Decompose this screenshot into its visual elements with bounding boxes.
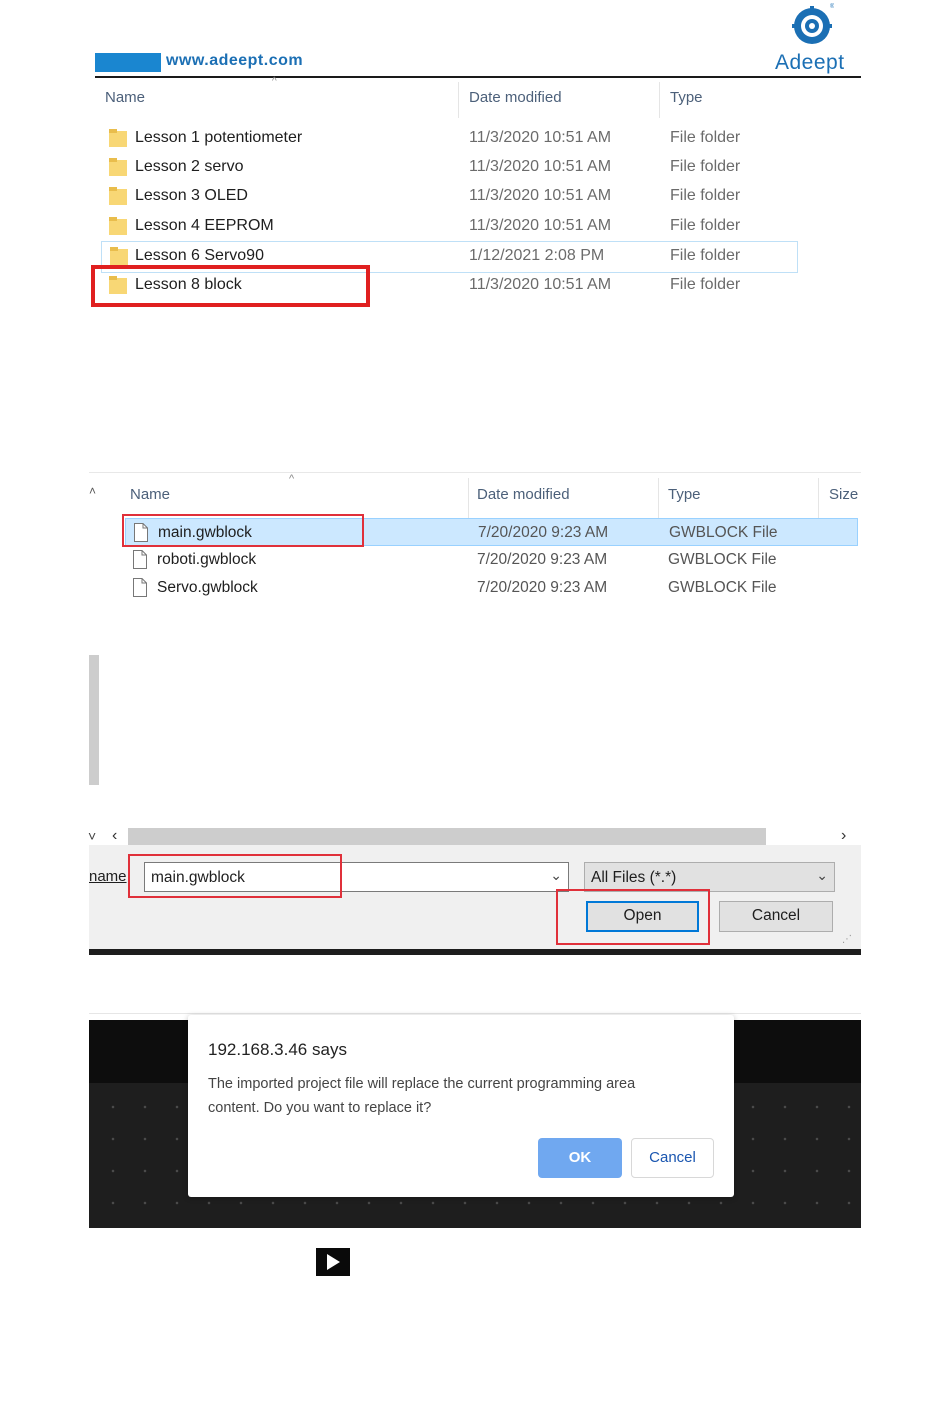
filter-value: All Files (*.*) <box>591 869 677 886</box>
header-divider <box>95 76 861 78</box>
folder-date: 11/3/2020 10:51 AM <box>469 187 612 204</box>
confirm-message-line1: The imported project file will replace t… <box>208 1076 636 1092</box>
highlight-box <box>122 514 364 547</box>
ok-button[interactable]: OK <box>538 1138 622 1178</box>
dialog-bottom-border <box>89 949 861 955</box>
confirm-cancel-button[interactable]: Cancel <box>631 1138 714 1178</box>
file-type: GWBLOCK File <box>669 524 778 541</box>
chevron-down-icon[interactable]: ⌄ <box>550 867 562 884</box>
folder-name: Lesson 3 OLED <box>135 187 248 204</box>
chevron-up-icon: ^ <box>289 473 295 485</box>
folder-date: 11/3/2020 10:51 AM <box>469 129 612 146</box>
folder-icon <box>109 158 127 176</box>
file-row[interactable]: roboti.gwblock 7/20/2020 9:23 AM GWBLOCK… <box>125 546 858 574</box>
folder-name: Lesson 1 potentiometer <box>135 129 303 146</box>
folder-row[interactable]: Lesson 4 EEPROM 11/3/2020 10:51 AM File … <box>101 212 796 241</box>
folder-icon <box>109 217 127 235</box>
column-header-type[interactable]: Type <box>668 486 701 503</box>
column-header-name[interactable]: Name <box>105 89 145 106</box>
folder-icon <box>110 247 128 265</box>
chevron-down-icon: ⌄ <box>816 867 828 883</box>
folder-type: File folder <box>670 158 741 175</box>
file-type: GWBLOCK File <box>668 551 777 568</box>
chevron-down-icon[interactable]: ˅ <box>88 828 96 844</box>
filename-label: name <box>89 868 127 885</box>
folder-icon <box>109 187 127 205</box>
file-date: 7/20/2020 9:23 AM <box>477 579 608 596</box>
folder-icon <box>109 129 127 147</box>
play-icon <box>316 1248 350 1276</box>
chevron-left-icon: ˄ <box>89 484 97 498</box>
file-name: roboti.gwblock <box>157 551 257 568</box>
column-header-size[interactable]: Size <box>829 486 858 503</box>
column-separator[interactable] <box>659 82 660 118</box>
resize-grip-icon[interactable]: ⋰ <box>842 934 852 945</box>
folder-row[interactable]: Lesson 3 OLED 11/3/2020 10:51 AM File fo… <box>101 182 796 211</box>
file-date: 7/20/2020 9:23 AM <box>478 524 609 541</box>
header-accent-bar <box>95 53 161 72</box>
file-row[interactable]: Servo.gwblock 7/20/2020 9:23 AM GWBLOCK … <box>125 574 858 602</box>
vertical-scrollbar-thumb[interactable] <box>89 655 99 785</box>
column-header-type[interactable]: Type <box>670 89 703 106</box>
file-name: Servo.gwblock <box>157 579 258 596</box>
brand-name: Adeept <box>775 51 845 74</box>
file-type-filter-select[interactable]: All Files (*.*) ⌄ <box>584 862 835 892</box>
column-header-date[interactable]: Date modified <box>469 89 562 106</box>
scroll-right-icon[interactable]: › <box>841 827 846 845</box>
file-type: GWBLOCK File <box>668 579 777 596</box>
chevron-up-icon: ^ <box>272 76 277 87</box>
highlight-box <box>91 265 370 307</box>
folder-date: 1/12/2021 2:08 PM <box>469 247 605 264</box>
highlight-box <box>128 854 342 898</box>
column-separator[interactable] <box>658 478 659 518</box>
file-icon <box>133 578 147 597</box>
divider <box>89 1013 861 1014</box>
confirm-message-line2: content. Do you want to replace it? <box>208 1100 432 1116</box>
folder-type: File folder <box>670 217 741 234</box>
website-url[interactable]: www.adeept.com <box>166 52 303 70</box>
folder-date: 11/3/2020 10:51 AM <box>469 217 612 234</box>
folder-date: 11/3/2020 10:51 AM <box>469 276 612 293</box>
folder-type: File folder <box>670 276 741 293</box>
folder-type: File folder <box>670 187 741 204</box>
folder-row[interactable]: Lesson 2 servo 11/3/2020 10:51 AM File f… <box>101 153 796 182</box>
column-separator[interactable] <box>458 82 459 118</box>
folder-name: Lesson 4 EEPROM <box>135 217 274 234</box>
folder-date: 11/3/2020 10:51 AM <box>469 158 612 175</box>
column-header-name[interactable]: Name <box>130 486 170 503</box>
file-icon <box>133 550 147 569</box>
svg-text:®: ® <box>830 3 834 10</box>
cancel-button[interactable]: Cancel <box>719 901 833 932</box>
highlight-box <box>556 889 710 945</box>
adeept-logo-icon: ® <box>792 3 834 44</box>
file-date: 7/20/2020 9:23 AM <box>477 551 608 568</box>
column-separator[interactable] <box>468 478 469 518</box>
folder-row[interactable]: Lesson 1 potentiometer 11/3/2020 10:51 A… <box>101 124 796 153</box>
folder-name: Lesson 6 Servo90 <box>135 247 264 264</box>
folder-name: Lesson 2 servo <box>135 158 244 175</box>
column-separator[interactable] <box>818 478 819 518</box>
confirm-title: 192.168.3.46 says <box>208 1040 347 1059</box>
folder-type: File folder <box>670 129 741 146</box>
folder-type: File folder <box>670 247 741 264</box>
column-header-date[interactable]: Date modified <box>477 486 570 503</box>
scroll-left-icon[interactable]: ‹ <box>112 827 117 845</box>
